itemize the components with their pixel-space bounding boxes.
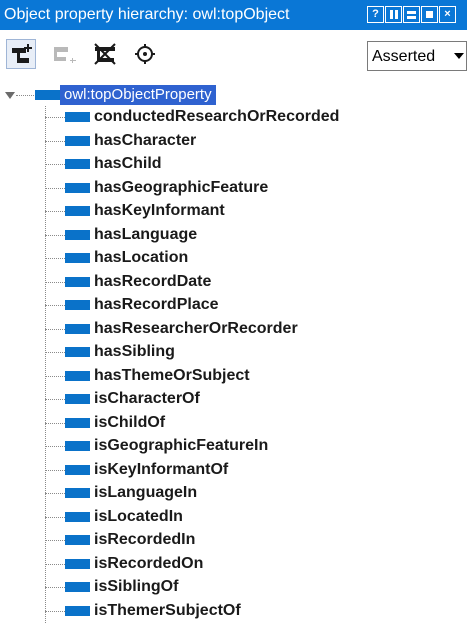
tree-item-label[interactable]: hasThemeOrSubject [94,366,250,386]
object-property-icon [65,370,90,381]
tree-item-label[interactable]: isCharacterOf [94,389,200,409]
maximize-button[interactable] [421,6,438,23]
tree-item[interactable]: hasChild [0,153,467,176]
tree-item-label[interactable]: hasRecordPlace [94,295,219,315]
object-property-icon [65,323,90,334]
object-property-icon [65,276,90,287]
find-usage-icon [135,44,155,64]
tree-item[interactable]: hasResearcherOrRecorder [0,318,467,341]
tree-item-label[interactable]: hasRecordDate [94,272,211,292]
tree-item-label[interactable]: conductedResearchOrRecorded [94,107,339,127]
tree-item-label[interactable]: isLocatedIn [94,507,183,527]
tree-item[interactable]: hasRecordDate [0,271,467,294]
tree-item[interactable]: hasSibling [0,341,467,364]
split-vertical-button[interactable] [385,6,402,23]
tree-item[interactable]: isRecordedOn [0,553,467,576]
tree-root-label[interactable]: owl:topObjectProperty [60,85,216,105]
object-property-icon [65,535,90,545]
tree-root-row[interactable]: owl:topObjectProperty [0,84,467,106]
object-property-icon [65,135,90,146]
tree-item-label[interactable]: isRecordedIn [94,530,195,550]
object-property-icon [35,90,60,100]
object-property-icon [65,253,90,263]
split-vertical-icon [390,10,393,19]
delete-property-button[interactable] [90,39,120,69]
chevron-down-icon [454,53,464,59]
tree-item[interactable]: isThemerSubjectOf [0,600,467,623]
object-property-icon [65,300,90,310]
object-property-icon [65,182,90,193]
split-horizontal-button[interactable] [403,6,420,23]
object-property-icon [65,441,90,451]
tree-item[interactable]: hasGeographicFeature [0,177,467,200]
window-title: Object property hierarchy: owl:topObject [4,6,290,23]
add-sub-property-button[interactable] [6,39,36,69]
maximize-icon [426,11,433,18]
tree-item[interactable]: isGeographicFeatureIn [0,435,467,458]
add-sub-property-icon [12,44,32,63]
object-property-icon [65,511,90,522]
object-property-icon [65,605,90,616]
view-mode-select[interactable]: Asserted [367,41,467,71]
tree-item[interactable]: isChildOf [0,412,467,435]
object-property-icon [65,558,90,569]
expand-toggle-icon[interactable] [5,92,15,99]
tree-item[interactable]: hasCharacter [0,130,467,153]
tree-item[interactable]: isKeyInformantOf [0,459,467,482]
close-button[interactable]: × [439,6,456,23]
tree-item-label[interactable]: isGeographicFeatureIn [94,436,268,456]
object-property-icon [65,582,90,592]
tree-item[interactable]: hasLanguage [0,224,467,247]
tree-item-label[interactable]: hasGeographicFeature [94,178,268,198]
tree-item[interactable]: hasKeyInformant [0,200,467,223]
tree-item-label[interactable]: hasSibling [94,342,175,362]
tree-item-label[interactable]: hasLocation [94,248,188,268]
tree-item[interactable]: isLocatedIn [0,506,467,529]
tree-item-label[interactable]: hasKeyInformant [94,201,225,221]
object-property-icon [65,394,90,404]
help-icon: ? [372,8,379,20]
add-sibling-property-icon [54,47,76,63]
object-property-icon [65,488,90,498]
add-sibling-property-button[interactable] [50,39,80,69]
object-property-icon [65,347,90,357]
tree-item[interactable]: isCharacterOf [0,388,467,411]
tree-item-label[interactable]: hasCharacter [94,131,196,151]
help-button[interactable]: ? [367,6,384,23]
object-property-icon [65,417,90,428]
tree-item-label[interactable]: isSiblingOf [94,577,178,597]
tree-item-label[interactable]: hasChild [94,154,162,174]
close-icon: × [444,8,451,20]
split-horizontal-icon [407,11,416,14]
tree-item[interactable]: hasThemeOrSubject [0,365,467,388]
object-property-icon [65,112,90,122]
tree-item[interactable]: conductedResearchOrRecorded [0,106,467,129]
object-property-icon [65,206,90,216]
title-bar: Object property hierarchy: owl:topObject… [0,0,467,30]
object-property-icon [65,159,90,169]
object-property-icon [65,229,90,240]
tree-item-label[interactable]: isRecordedOn [94,554,203,574]
tree-item-label[interactable]: isChildOf [94,413,165,433]
view-mode-value: Asserted [372,48,436,65]
delete-property-icon [94,43,116,65]
find-usage-button[interactable] [130,39,160,69]
tree-item-label[interactable]: isLanguageIn [94,483,197,503]
tree-item[interactable]: hasLocation [0,247,467,270]
tree-item[interactable]: isLanguageIn [0,482,467,505]
tree-item-label[interactable]: hasLanguage [94,225,197,245]
property-tree: owl:topObjectProperty conductedResearchO… [0,78,467,635]
tree-item-label[interactable]: isKeyInformantOf [94,460,228,480]
tree-item-label[interactable]: hasResearcherOrRecorder [94,319,298,339]
tree-item-label[interactable]: isThemerSubjectOf [94,601,241,621]
object-property-icon [65,464,90,475]
tree-item[interactable]: isSiblingOf [0,576,467,599]
tree-item[interactable]: hasRecordPlace [0,294,467,317]
tree-item[interactable]: isRecordedIn [0,529,467,552]
